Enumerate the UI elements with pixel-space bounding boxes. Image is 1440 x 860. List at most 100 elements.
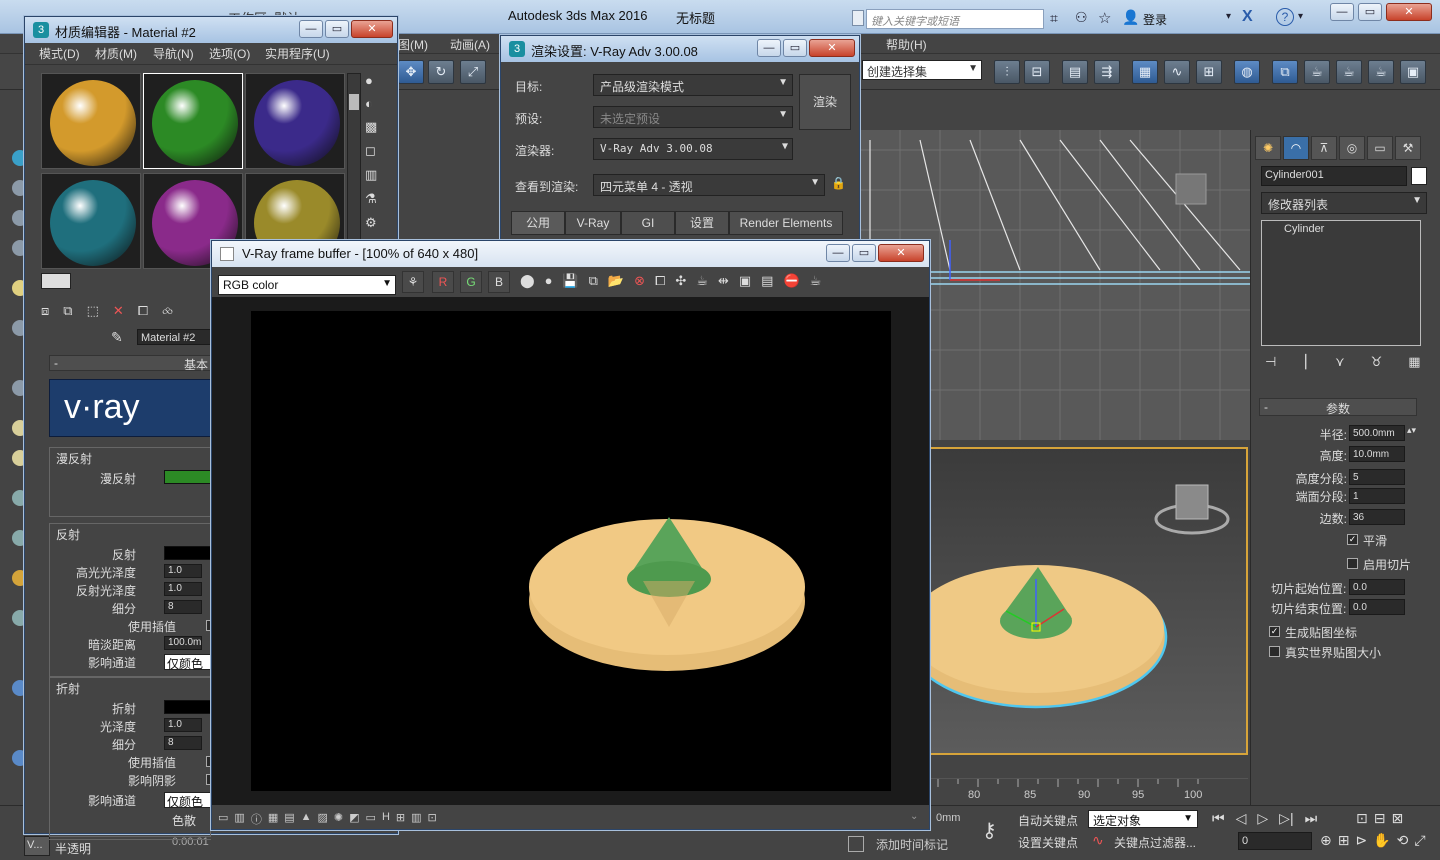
me-menu-options[interactable]: 选项(O) bbox=[209, 45, 250, 62]
lens-icon[interactable]: ⊞ bbox=[396, 811, 405, 827]
subdivs-field[interactable]: 8 bbox=[164, 600, 202, 614]
time-tag-icon[interactable] bbox=[848, 836, 864, 852]
modifier-stack[interactable]: Cylinder bbox=[1261, 220, 1421, 346]
move-icon[interactable]: ✥ bbox=[398, 60, 424, 84]
blue-channel-button[interactable]: B bbox=[488, 271, 510, 293]
render-production-icon[interactable]: ☕ bbox=[1336, 60, 1362, 84]
render-button[interactable]: 渲染 bbox=[799, 74, 851, 130]
me-menu-navigate[interactable]: 导航(N) bbox=[153, 45, 194, 62]
reset-map-icon[interactable]: ✕ bbox=[113, 303, 124, 319]
glossiness-field[interactable]: 1.0 bbox=[164, 718, 202, 732]
sides-field[interactable]: 36 bbox=[1349, 509, 1405, 525]
target-dropdown[interactable]: 产品级渲染模式 ▼ bbox=[593, 74, 793, 96]
zoom-extents-icon[interactable]: ⊡ bbox=[1356, 810, 1368, 827]
utilities-tab-icon[interactable]: ⚒ bbox=[1395, 136, 1421, 160]
remove-modifier-icon[interactable]: ♉ bbox=[1371, 354, 1383, 370]
copy-material-icon[interactable]: ⧠ bbox=[138, 303, 148, 319]
put-to-scene-icon[interactable]: ⧉ bbox=[63, 303, 72, 319]
ocio-icon[interactable]: ✺ bbox=[334, 811, 343, 827]
sample-slots-hscroll[interactable] bbox=[41, 273, 71, 289]
assign-material-icon[interactable]: ⬚ bbox=[87, 303, 99, 319]
preset-dropdown[interactable]: 未选定预设 ▼ bbox=[593, 106, 793, 128]
affect-channels-dropdown[interactable]: 仅颜色 bbox=[164, 654, 212, 671]
minimize-button[interactable]: — bbox=[1330, 3, 1354, 21]
zoom-icon[interactable]: ⊕ bbox=[1320, 832, 1332, 849]
maximize-viewport-icon[interactable]: ⤢ bbox=[1414, 832, 1425, 849]
open-folder-icon[interactable]: 📂 bbox=[608, 273, 624, 289]
prev-frame-icon[interactable]: ◁ bbox=[1236, 810, 1247, 827]
zoom-region-icon[interactable]: ⊟ bbox=[1374, 810, 1386, 827]
orbit-icon[interactable]: ⟲ bbox=[1397, 832, 1409, 849]
key-mode-dropdown[interactable]: 选定对象 ▼ bbox=[1088, 810, 1198, 828]
me-close-button[interactable]: ✕ bbox=[351, 20, 393, 38]
modify-tab-icon[interactable]: ◠ bbox=[1283, 136, 1309, 160]
community-icon[interactable]: ⚇ bbox=[1075, 9, 1088, 26]
rotate-icon[interactable]: ↻ bbox=[428, 60, 454, 84]
configure-sets-icon[interactable]: ▦ bbox=[1408, 354, 1420, 370]
go-start-icon[interactable]: ⏮ bbox=[1212, 810, 1225, 827]
stereo-icon[interactable]: ▥ bbox=[411, 811, 421, 827]
color-corrections-icon[interactable]: ▥ bbox=[234, 811, 244, 827]
lock-icon[interactable]: 🔒 bbox=[831, 176, 846, 190]
renderer-dropdown[interactable]: V-Ray Adv 3.00.08 ▼ bbox=[593, 138, 793, 160]
render-setup-icon[interactable]: ⧉ bbox=[1272, 60, 1298, 84]
exchange-x-icon[interactable]: X bbox=[1242, 8, 1253, 26]
schematic-view-icon[interactable]: ⊞ bbox=[1196, 60, 1222, 84]
align-icon[interactable]: ⊟ bbox=[1024, 60, 1050, 84]
zoom-all-icon[interactable]: ⊞ bbox=[1338, 832, 1350, 849]
display-tab-icon[interactable]: ▭ bbox=[1367, 136, 1393, 160]
save-image-icon[interactable]: 💾 bbox=[562, 273, 578, 289]
me-menu-utilities[interactable]: 实用程序(U) bbox=[265, 45, 330, 62]
search-expand-icon[interactable] bbox=[852, 10, 864, 26]
duplicate-vfb-icon[interactable]: ⧠ bbox=[655, 273, 665, 289]
menu-help[interactable]: 帮助(H) bbox=[886, 36, 927, 53]
rendered-frame-icon[interactable]: ☕ bbox=[1304, 60, 1330, 84]
options-icon[interactable]: ⚙ bbox=[365, 215, 377, 231]
time-ruler[interactable]: 80 85 90 95 100 bbox=[928, 778, 1248, 804]
region-render-icon[interactable]: ▣ bbox=[739, 273, 751, 289]
vfb-minimize-button[interactable]: — bbox=[826, 244, 850, 262]
radius-field[interactable]: 500.0mm bbox=[1349, 425, 1405, 441]
next-frame-icon[interactable]: ▷| bbox=[1279, 810, 1293, 827]
cap-segments-field[interactable]: 1 bbox=[1349, 488, 1405, 504]
me-minimize-button[interactable]: — bbox=[299, 20, 323, 38]
render-image[interactable] bbox=[251, 311, 891, 791]
history-icon[interactable]: ▭ bbox=[218, 811, 228, 827]
vfb-render-icon[interactable]: ☕ bbox=[810, 273, 822, 289]
compare-icon[interactable]: ⇹ bbox=[718, 273, 729, 289]
green-channel-button[interactable]: G bbox=[460, 271, 482, 293]
modifier-list-dropdown[interactable]: 修改器列表 ▼ bbox=[1261, 192, 1427, 214]
radius-spinner-icon[interactable]: ▴▾ bbox=[1407, 425, 1416, 436]
make-preview-icon[interactable]: ⚗ bbox=[365, 191, 377, 207]
real-world-checkbox[interactable] bbox=[1269, 646, 1280, 657]
create-tab-icon[interactable]: ✺ bbox=[1255, 136, 1281, 160]
render-teapot-icon[interactable]: ☕ bbox=[696, 273, 708, 289]
red-channel-button[interactable]: R bbox=[432, 271, 454, 293]
object-name-field[interactable]: Cylinder001 bbox=[1261, 166, 1407, 186]
stack-item-cylinder[interactable]: Cylinder bbox=[1284, 223, 1324, 235]
tab-gi[interactable]: GI bbox=[621, 211, 675, 235]
params-rollout-header[interactable]: - 参数 bbox=[1259, 398, 1417, 416]
srgb-icon[interactable]: ◩ bbox=[349, 811, 359, 827]
smooth-checkbox[interactable]: ✓ bbox=[1347, 534, 1358, 545]
reflect-color-swatch[interactable] bbox=[164, 546, 216, 560]
go-end-icon[interactable]: ⏭ bbox=[1305, 810, 1318, 827]
material-slot-2[interactable] bbox=[143, 73, 243, 169]
get-material-icon[interactable]: ⧈ bbox=[41, 303, 49, 319]
rs-close-button[interactable]: ✕ bbox=[809, 39, 855, 57]
render-iterative-icon[interactable]: ☕ bbox=[1368, 60, 1394, 84]
load-image-icon[interactable]: ⧉ bbox=[589, 273, 598, 289]
backlight-icon[interactable]: ◐ bbox=[365, 96, 377, 111]
curve-icon[interactable]: ▦ bbox=[268, 811, 278, 827]
levels-icon[interactable]: ▲ bbox=[301, 811, 312, 827]
vfb-titlebar[interactable]: V-Ray frame buffer - [100% of 640 x 480]… bbox=[212, 241, 929, 267]
search-input[interactable]: 键入关键字或短语 bbox=[866, 9, 1044, 29]
slice-to-field[interactable]: 0.0 bbox=[1349, 599, 1405, 615]
menu-animation[interactable]: 动画(A) bbox=[450, 36, 490, 53]
tab-settings[interactable]: 设置 bbox=[675, 211, 729, 235]
show-pixel-icon[interactable]: ⊡ bbox=[428, 811, 437, 827]
key-filters-button[interactable]: 关键点过滤器... bbox=[1114, 834, 1196, 851]
curve-editor-icon[interactable]: ∿ bbox=[1164, 60, 1190, 84]
user-icon[interactable]: 👤 bbox=[1122, 9, 1139, 26]
hierarchy-tab-icon[interactable]: ⊼ bbox=[1311, 136, 1337, 160]
